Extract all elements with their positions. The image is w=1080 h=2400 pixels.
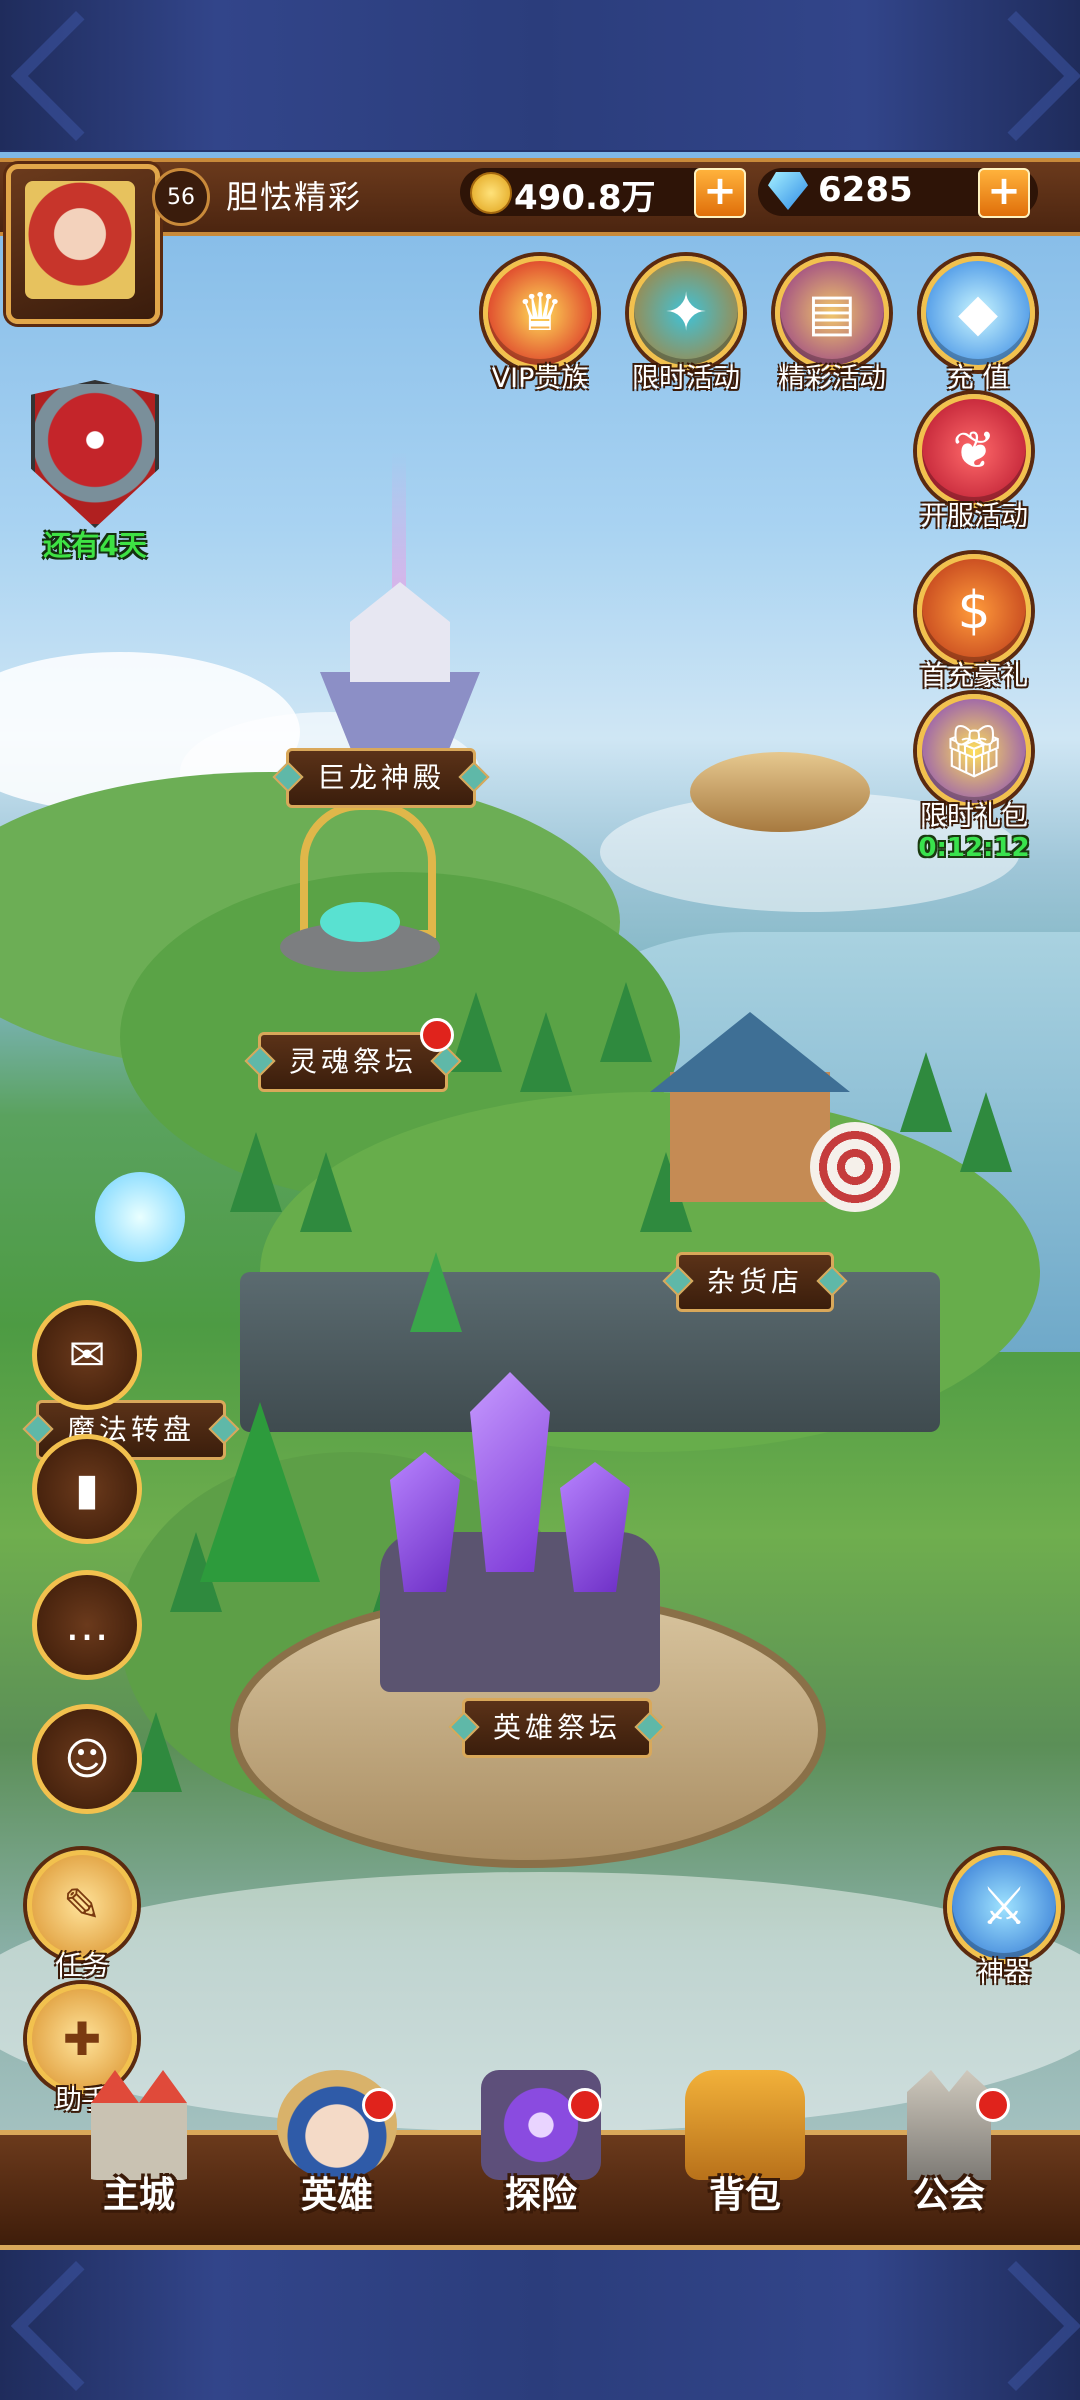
nav-backpack-label: 背包 bbox=[708, 2175, 781, 2216]
airship-decoration bbox=[690, 752, 890, 832]
nav-main-city[interactable]: 主城 bbox=[54, 2070, 224, 2240]
soul-altar-building[interactable] bbox=[260, 802, 460, 992]
first-recharge-gift-label: 首充豪礼 bbox=[920, 661, 1028, 692]
bottom-decor-band bbox=[0, 2250, 1080, 2400]
limited-gift-pack-button[interactable]: 🎁︎ 限时礼包 0:12:12 bbox=[914, 694, 1034, 863]
server-launch-event-label: 开服活动 bbox=[920, 501, 1028, 532]
nav-hero-notice-dot bbox=[362, 2088, 396, 2122]
guild-icon bbox=[907, 2070, 991, 2180]
quest-button[interactable]: ✎ 任务 bbox=[22, 1850, 142, 1983]
add-gold-button[interactable]: + bbox=[694, 168, 746, 218]
featured-event-button[interactable]: ▤ 精彩活动 bbox=[772, 256, 892, 395]
nav-explore-label: 探险 bbox=[504, 2175, 577, 2216]
player-avatar[interactable] bbox=[6, 164, 160, 324]
chat-button[interactable]: … bbox=[32, 1570, 142, 1680]
vip-noble-label: VIP贵族 bbox=[491, 363, 589, 394]
crown-icon: ♛ bbox=[483, 256, 597, 370]
nav-guild[interactable]: 公会 bbox=[864, 2070, 1034, 2240]
first-recharge-gift-button[interactable]: $ 首充豪礼 bbox=[914, 554, 1034, 693]
soul-altar-text: 灵魂祭坛 bbox=[289, 1045, 418, 1078]
compass-icon: ✦ bbox=[629, 256, 743, 370]
shop-text: 杂货店 bbox=[707, 1265, 804, 1298]
soul-altar-label[interactable]: 灵魂祭坛 bbox=[258, 1032, 449, 1092]
limited-event-shield[interactable]: 还有4天 bbox=[30, 380, 160, 562]
general-store-building[interactable] bbox=[650, 1012, 900, 1212]
vip-noble-button[interactable]: ♛ VIP贵族 bbox=[480, 256, 600, 395]
player-level-badge: 56 bbox=[152, 168, 210, 226]
gold-amount: 490.8万 bbox=[514, 178, 656, 218]
gift-pack-countdown: 0:12:12 bbox=[918, 833, 1030, 863]
add-diamond-button[interactable]: + bbox=[978, 168, 1030, 218]
featured-event-label: 精彩活动 bbox=[778, 363, 886, 394]
hero-altar-building[interactable] bbox=[230, 1372, 826, 1892]
nav-backpack[interactable]: 背包 bbox=[660, 2070, 830, 2240]
soul-altar-notice-dot bbox=[420, 1018, 454, 1052]
feather-icon: ❦ bbox=[917, 394, 1031, 508]
shield-icon bbox=[31, 380, 159, 528]
player-name: 胆怯精彩 bbox=[226, 178, 363, 216]
friends-button[interactable]: ☺ bbox=[32, 1704, 142, 1814]
nav-main-city-label: 主城 bbox=[102, 2175, 175, 2216]
recharge-button[interactable]: ◆ 充 值 bbox=[918, 256, 1038, 395]
diamond-amount: 6285 bbox=[818, 170, 913, 210]
dragon-temple-label[interactable]: 巨龙神殿 bbox=[286, 748, 477, 808]
top-decor-band bbox=[0, 0, 1080, 150]
nav-hero-label: 英雄 bbox=[300, 2175, 373, 2216]
gold-coin-icon bbox=[470, 172, 512, 214]
envelope-icon: ✉ bbox=[68, 1329, 106, 1381]
quest-label: 任务 bbox=[55, 1951, 109, 1982]
nav-explore-notice-dot bbox=[568, 2088, 602, 2122]
limited-gift-pack-label: 限时礼包 bbox=[920, 801, 1028, 832]
gift-box-icon: 🎁︎ bbox=[917, 694, 1031, 808]
artifact-icon: ⚔ bbox=[947, 1850, 1061, 1964]
treasure-bag-icon: $ bbox=[917, 554, 1031, 668]
chat-icon: … bbox=[65, 1599, 109, 1651]
nav-guild-notice-dot bbox=[976, 2088, 1010, 2122]
limited-event-label: 限时活动 bbox=[632, 363, 740, 394]
shop-label[interactable]: 杂货店 bbox=[676, 1252, 835, 1312]
dragon-temple-text: 巨龙神殿 bbox=[317, 761, 446, 794]
server-launch-event-button[interactable]: ❦ 开服活动 bbox=[914, 394, 1034, 533]
hero-altar-text: 英雄祭坛 bbox=[493, 1711, 622, 1744]
mail-button[interactable]: ✉ bbox=[32, 1300, 142, 1410]
magic-wheel-building[interactable] bbox=[80, 1172, 200, 1322]
recharge-label: 充 值 bbox=[946, 363, 1010, 394]
ranking-icon: ▮ bbox=[74, 1463, 100, 1515]
hero-altar-label[interactable]: 英雄祭坛 bbox=[462, 1698, 653, 1758]
nav-explore[interactable]: 探险 bbox=[456, 2070, 626, 2240]
ranking-button[interactable]: ▮ bbox=[32, 1434, 142, 1544]
contacts-icon: ☺ bbox=[64, 1733, 110, 1785]
hero-icon bbox=[277, 2070, 397, 2180]
nav-hero[interactable]: 英雄 bbox=[252, 2070, 422, 2240]
castle-icon bbox=[91, 2070, 187, 2180]
limited-event-button[interactable]: ✦ 限时活动 bbox=[626, 256, 746, 395]
avatar-portrait bbox=[25, 181, 135, 299]
artifact-label: 神器 bbox=[977, 1957, 1031, 1988]
nav-guild-label: 公会 bbox=[912, 2175, 985, 2216]
artifact-button[interactable]: ⚔ 神器 bbox=[944, 1850, 1064, 1989]
scroll-icon: ▤ bbox=[775, 256, 889, 370]
diamond-icon-large: ◆ bbox=[921, 256, 1035, 370]
event-days-left: 还有4天 bbox=[43, 529, 147, 562]
backpack-icon bbox=[685, 2070, 805, 2180]
portal-icon bbox=[481, 2070, 601, 2180]
